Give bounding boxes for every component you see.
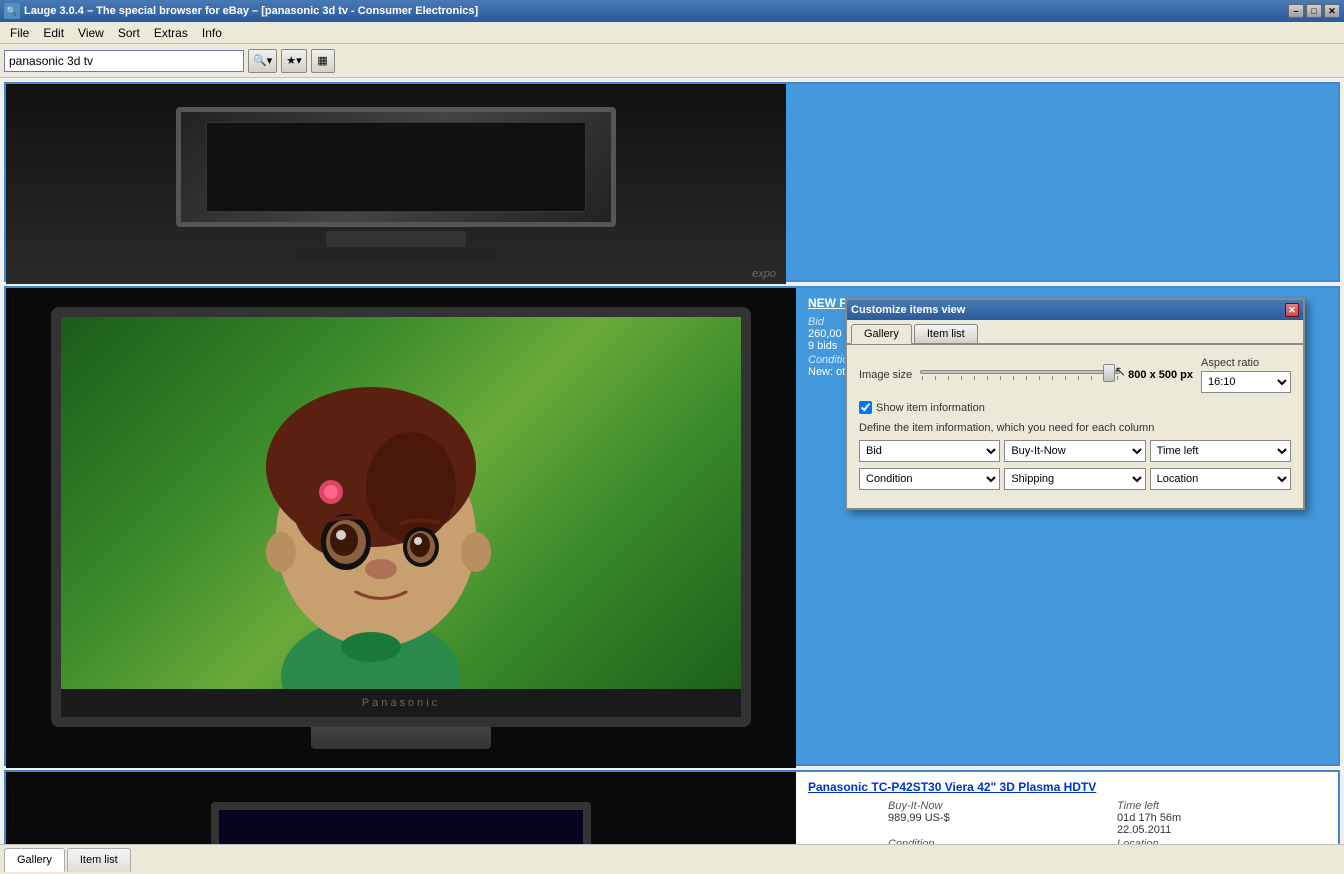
view-button[interactable]: ▦	[311, 49, 335, 73]
menu-extras[interactable]: Extras	[148, 24, 194, 42]
menu-view[interactable]: View	[72, 24, 110, 42]
listing-info-1	[786, 84, 1338, 280]
dialog-close-button[interactable]: ✕	[1285, 303, 1299, 317]
define-info-text: Define the item information, which you n…	[859, 422, 1291, 434]
minimize-button[interactable]: –	[1288, 4, 1304, 18]
expo-watermark: expo	[752, 268, 776, 280]
search-input[interactable]	[4, 50, 244, 72]
maximize-button[interactable]: □	[1306, 4, 1322, 18]
column-row-2: Condition Shipping Location	[859, 468, 1291, 490]
title-bar: 🔍 Lauge 3.0.4 – The special browser for …	[0, 0, 1344, 22]
app-icon: 🔍	[4, 3, 20, 19]
menu-bar: File Edit View Sort Extras Info	[0, 22, 1344, 44]
show-info-row: Show item information	[859, 401, 1291, 414]
status-bar: Gallery Item list	[0, 844, 1344, 874]
image-size-label: Image size	[859, 369, 912, 381]
dialog-tab-item-list[interactable]: Item list	[914, 324, 978, 343]
window-controls: – □ ✕	[1288, 4, 1340, 18]
list-item: Panasonic TC-P42ST30 Viera 42" 3D Plasma…	[4, 770, 1340, 844]
col2-select[interactable]: Buy-It-Now	[1004, 440, 1145, 462]
col4-select[interactable]: Condition	[859, 468, 1000, 490]
col3-select[interactable]: Time left	[1150, 440, 1291, 462]
buy-label: Buy-It-Now	[888, 800, 1097, 812]
toolbar: 🔍▾ ★▾ ▦	[0, 44, 1344, 78]
time-label-3: Time left	[1117, 800, 1326, 812]
buy-value: 989,99 US-$	[888, 812, 1097, 824]
close-button[interactable]: ✕	[1324, 4, 1340, 18]
col6-select[interactable]: Location	[1150, 468, 1291, 490]
aspect-ratio-select[interactable]: 16:10 4:3 16:9 1:1	[1201, 371, 1291, 393]
dialog-tab-gallery[interactable]: Gallery	[851, 324, 912, 344]
time-value-3: 01d 17h 56m	[1117, 812, 1326, 824]
listing-info-3: Panasonic TC-P42ST30 Viera 42" 3D Plasma…	[796, 772, 1338, 844]
col1-select[interactable]: Bid	[859, 440, 1000, 462]
show-info-label: Show item information	[876, 402, 985, 414]
image-size-value: 800 x 500 px	[1128, 369, 1193, 381]
image-size-row: Image size ↖	[859, 357, 1291, 393]
tab-gallery[interactable]: Gallery	[4, 848, 65, 872]
menu-file[interactable]: File	[4, 24, 35, 42]
menu-sort[interactable]: Sort	[112, 24, 146, 42]
dialog-body: Image size ↖	[847, 345, 1303, 508]
location-label-3: Location	[1117, 838, 1326, 844]
dialog-title: Customize items view	[851, 304, 965, 316]
menu-edit[interactable]: Edit	[37, 24, 70, 42]
customize-dialog: Customize items view ✕ Gallery Item list…	[845, 298, 1305, 510]
image-size-slider-track	[920, 370, 1120, 374]
date-3: 22.05.2011	[1117, 824, 1326, 836]
listing-title-3[interactable]: Panasonic TC-P42ST30 Viera 42" 3D Plasma…	[808, 780, 1326, 794]
column-row-1: Bid Buy-It-Now Time left	[859, 440, 1291, 462]
favorites-button[interactable]: ★▾	[281, 49, 306, 73]
aspect-ratio-label: Aspect ratio	[1201, 357, 1291, 369]
image-size-slider-container: ↖	[920, 365, 1120, 385]
tab-item-list[interactable]: Item list	[67, 848, 131, 872]
search-button[interactable]: 🔍▾	[248, 49, 277, 73]
window-title: Lauge 3.0.4 – The special browser for eB…	[24, 5, 478, 17]
show-info-checkbox[interactable]	[859, 401, 872, 414]
listing-image-3	[6, 772, 796, 844]
list-item: expo	[4, 82, 1340, 282]
dialog-title-bar: Customize items view ✕	[847, 300, 1303, 320]
listing-image-1: expo	[6, 84, 786, 284]
image-size-slider-thumb[interactable]	[1103, 364, 1115, 382]
col5-select[interactable]: Shipping	[1004, 468, 1145, 490]
menu-info[interactable]: Info	[196, 24, 228, 42]
condition-label-3: Condition	[888, 838, 1097, 844]
listing-image-2: Panasonic	[6, 288, 796, 768]
dialog-tabs: Gallery Item list	[847, 320, 1303, 345]
